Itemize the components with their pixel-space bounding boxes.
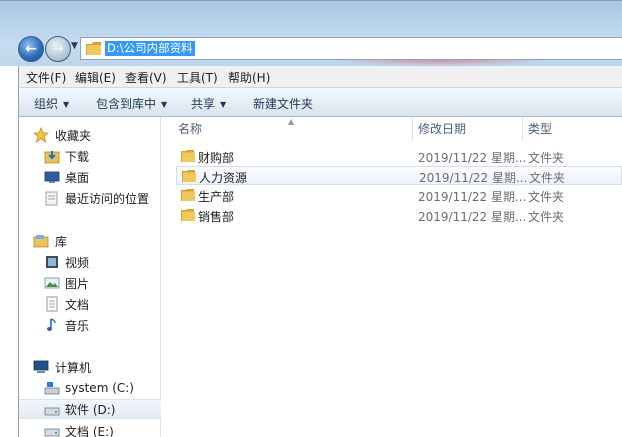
column-header-type[interactable]: 类型 (528, 117, 552, 141)
nav-videos[interactable]: 视频 (19, 252, 161, 272)
file-name: 生产部 (198, 190, 235, 204)
forward-arrow-icon: → (52, 41, 64, 57)
forward-button[interactable]: → (45, 36, 71, 62)
nav-documents[interactable]: 文档 (19, 294, 161, 314)
nav-desktop[interactable]: 桌面 (19, 167, 161, 187)
share-label: 共享 (191, 97, 216, 111)
file-name: 销售部 (198, 210, 235, 224)
nav-computer-label: 计算机 (55, 360, 92, 375)
nav-drive-d-label: 软件 (D:) (65, 402, 116, 417)
picture-icon (44, 277, 60, 289)
music-icon (47, 318, 56, 331)
nav-recent-label: 最近访问的位置 (65, 191, 150, 206)
file-date: 2019/11/22 星期... (418, 190, 527, 204)
navigation-pane: 收藏夹 下载 桌面 最近访问的位置 库 视频 图片 文档 音乐 计算机 syst… (18, 117, 161, 437)
nav-music-label: 音乐 (65, 318, 90, 333)
column-divider[interactable] (522, 117, 523, 141)
file-date: 2019/11/22 星期... (418, 151, 527, 165)
recent-places-icon (45, 191, 58, 206)
desktop-icon (44, 171, 60, 183)
nav-libraries[interactable]: 库 (19, 231, 161, 251)
nav-documents-label: 文档 (65, 297, 90, 312)
computer-icon (33, 360, 49, 373)
nav-computer[interactable]: 计算机 (19, 357, 161, 377)
share-button[interactable]: 共享 ▼ (191, 95, 226, 112)
folder-icon (86, 42, 101, 55)
folder-icon (182, 170, 196, 182)
menu-view[interactable]: 查看(V) (125, 69, 167, 86)
nav-downloads-label: 下载 (65, 149, 90, 164)
drive-icon (44, 428, 60, 437)
nav-recent[interactable]: 最近访问的位置 (19, 188, 161, 208)
file-row[interactable]: 生产部 2019/11/22 星期... 文件夹 (176, 186, 622, 205)
organize-label: 组织 (34, 97, 59, 111)
address-path[interactable]: D:\公司内部资料 (105, 41, 195, 56)
nav-drive-d[interactable]: 软件 (D:) (19, 399, 161, 419)
file-type: 文件夹 (528, 210, 565, 224)
organize-button[interactable]: 组织 ▼ (34, 95, 69, 112)
nav-favorites-label: 收藏夹 (55, 128, 92, 143)
system-drive-icon (44, 382, 60, 395)
folder-icon (181, 189, 195, 201)
back-arrow-icon: ← (25, 41, 37, 57)
chevron-down-icon: ▼ (220, 100, 227, 109)
sort-ascending-icon: ▲ (288, 117, 295, 126)
new-folder-button[interactable]: 新建文件夹 (253, 95, 313, 112)
file-row[interactable]: 财购部 2019/11/22 星期... 文件夹 (176, 147, 622, 166)
file-name: 人力资源 (199, 171, 248, 185)
include-library-button[interactable]: 包含到库中 ▼ (96, 95, 167, 112)
column-header-date[interactable]: 修改日期 (418, 117, 466, 141)
nav-favorites[interactable]: 收藏夹 (19, 125, 161, 145)
back-button[interactable]: ← (18, 36, 44, 62)
file-list-pane: ▲ 名称 修改日期 类型 财购部 2019/11/22 星期... 文件夹 人力… (162, 117, 622, 437)
file-type: 文件夹 (529, 171, 566, 185)
download-folder-icon (44, 151, 60, 164)
menu-file[interactable]: 文件(F) (26, 69, 66, 86)
folder-icon (181, 209, 195, 221)
file-name: 财购部 (198, 151, 235, 165)
menu-bar: 文件(F) 编辑(E) 查看(V) 工具(T) 帮助(H) (18, 66, 622, 87)
menu-help[interactable]: 帮助(H) (228, 69, 270, 86)
command-bar: 组织 ▼ 包含到库中 ▼ 共享 ▼ 新建文件夹 (18, 87, 622, 117)
nav-downloads[interactable]: 下载 (19, 146, 161, 166)
nav-pictures-label: 图片 (65, 276, 90, 291)
file-row[interactable]: 销售部 2019/11/22 星期... 文件夹 (176, 206, 622, 225)
chevron-down-icon: ▼ (161, 100, 168, 109)
nav-pictures[interactable]: 图片 (19, 273, 161, 293)
nav-drive-c[interactable]: system (C:) (19, 378, 161, 398)
column-divider[interactable] (412, 117, 413, 141)
address-bar[interactable]: D:\公司内部资料 (80, 37, 622, 60)
nav-libraries-label: 库 (55, 234, 68, 249)
menu-tools[interactable]: 工具(T) (177, 69, 218, 86)
file-type: 文件夹 (528, 190, 565, 204)
star-icon (33, 127, 49, 143)
file-type: 文件夹 (528, 151, 565, 165)
menu-edit[interactable]: 编辑(E) (75, 69, 116, 86)
nav-drive-e-label: 文档 (E:) (65, 424, 114, 437)
nav-drive-c-label: system (C:) (65, 381, 134, 395)
folder-icon (181, 150, 195, 162)
chevron-down-icon: ▼ (63, 100, 70, 109)
file-date: 2019/11/22 星期... (419, 171, 528, 185)
library-icon (33, 235, 49, 248)
nav-drive-e[interactable]: 文档 (E:) (19, 421, 161, 437)
document-icon (46, 296, 58, 312)
file-row[interactable]: 人力资源 2019/11/22 星期... 文件夹 (176, 166, 622, 185)
nav-music[interactable]: 音乐 (19, 315, 161, 335)
history-dropdown-icon[interactable]: ▼ (71, 41, 78, 51)
nav-videos-label: 视频 (65, 255, 90, 270)
column-header-name[interactable]: 名称 (178, 117, 202, 141)
include-library-label: 包含到库中 (96, 97, 157, 111)
drive-icon (44, 407, 60, 416)
nav-desktop-label: 桌面 (65, 170, 90, 185)
video-icon (46, 256, 58, 268)
file-date: 2019/11/22 星期... (418, 210, 527, 224)
